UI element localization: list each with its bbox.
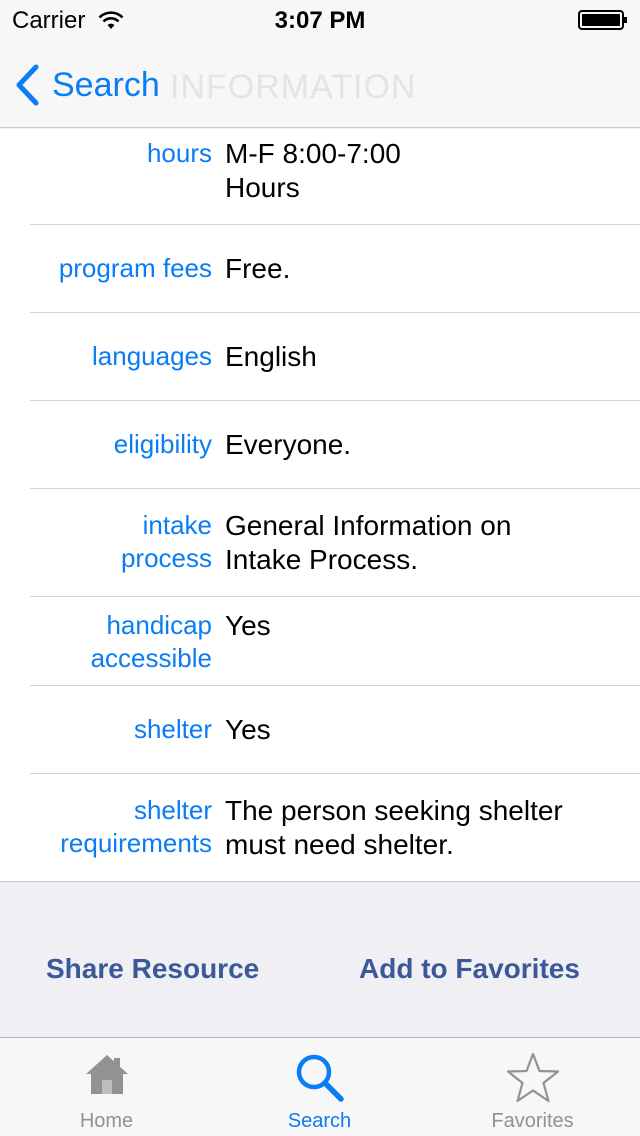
table-row-shelter: shelter Yes (0, 686, 640, 773)
row-label: program fees (58, 253, 212, 283)
table-row-hours: hours M-F 8:00-7:00 Hours (0, 129, 640, 224)
row-value: Everyone. (225, 429, 352, 460)
row-label: eligibility (113, 429, 212, 459)
battery-icon (578, 10, 627, 30)
status-bar: Carrier 3:07 PM (0, 0, 640, 40)
row-value: English (225, 341, 317, 372)
row-value: Yes (225, 610, 271, 641)
row-value: M-F 8:00-7:00 Hours (225, 138, 401, 203)
detail-table: hours M-F 8:00-7:00 Hours program fees F… (0, 129, 640, 882)
row-value: Yes (225, 714, 271, 745)
share-resource-button[interactable]: Share Resource (46, 953, 259, 985)
row-label: handicap accessible (90, 610, 212, 673)
tab-label: Search (287, 1110, 352, 1132)
row-label: shelter requirements (60, 795, 212, 858)
tab-favorites[interactable]: Favorites (426, 1038, 639, 1136)
table-row-shelter-requirements: shelter requirements The person seeking … (0, 774, 640, 882)
magnifier-icon (296, 1054, 344, 1102)
house-icon (85, 1055, 128, 1094)
tab-home[interactable]: Home (0, 1038, 213, 1136)
star-icon (506, 1052, 559, 1103)
tab-label: Favorites (491, 1110, 574, 1132)
table-row-program-fees: program fees Free. (0, 225, 640, 312)
back-button[interactable]: Search (14, 62, 160, 108)
row-value: Free. (225, 253, 291, 284)
chevron-left-icon (16, 64, 39, 106)
nav-title: INFORMATION (170, 68, 417, 106)
row-value: The person seeking shelter must need she… (225, 795, 563, 860)
row-label: hours (146, 138, 212, 168)
action-area: Share Resource Add to Favorites (0, 883, 640, 1037)
row-label: languages (92, 341, 212, 371)
row-label: intake process (120, 510, 212, 573)
table-row-intake-process: intake process General Information on In… (0, 489, 640, 596)
navigation-bar: INFORMATION Search (0, 40, 640, 128)
tab-search[interactable]: Search (213, 1038, 426, 1136)
row-label: shelter (133, 714, 212, 744)
table-row-handicap-accessible: handicap accessible Yes (0, 597, 640, 685)
clock: 3:07 PM (274, 7, 366, 34)
tab-label: Home (79, 1110, 134, 1132)
table-row-languages: languages English (0, 313, 640, 400)
tab-bar: Home Search Favorites (0, 1037, 640, 1136)
back-button-label: Search (52, 65, 160, 104)
row-value: General Information on Intake Process. (225, 510, 512, 575)
add-to-favorites-button[interactable]: Add to Favorites (359, 953, 580, 985)
table-row-eligibility: eligibility Everyone. (0, 401, 640, 488)
